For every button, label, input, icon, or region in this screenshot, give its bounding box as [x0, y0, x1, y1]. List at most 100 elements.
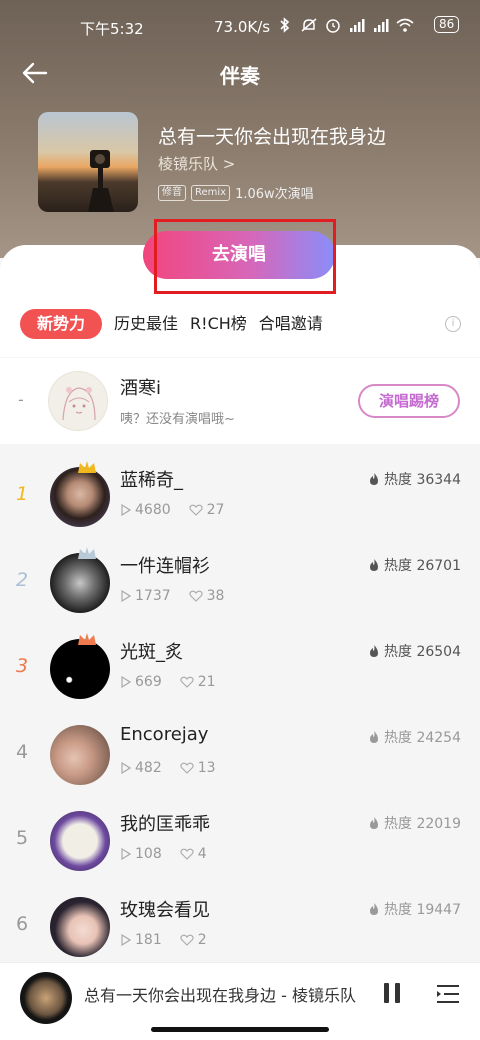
like-count: 27	[206, 502, 225, 518]
heart-icon	[180, 676, 194, 688]
heart-icon	[180, 934, 194, 946]
album-art	[88, 150, 114, 212]
user-name: 一件连帽衫	[120, 556, 210, 577]
self-name: 酒寒i	[120, 378, 162, 399]
play-icon	[121, 848, 131, 860]
heat-value: 热度 26701	[384, 558, 461, 574]
stats: 669 21	[121, 674, 216, 690]
heat-score: 热度 19447	[368, 899, 461, 919]
song-artist-link[interactable]: 棱镜乐队 >	[158, 153, 235, 174]
heat-score: 热度 26504	[368, 641, 461, 661]
stats: 4680 27	[121, 502, 224, 518]
like-count: 13	[197, 760, 216, 776]
avatar[interactable]	[48, 371, 108, 431]
avatar[interactable]	[50, 547, 110, 613]
heat-score: 热度 36344	[368, 469, 461, 489]
tab-history-best[interactable]: 历史最佳	[114, 309, 178, 339]
stats: 482 13	[121, 760, 216, 776]
play-icon	[121, 934, 131, 946]
battery-indicator: 86	[434, 16, 460, 33]
flame-icon	[370, 903, 378, 915]
heat-score: 热度 26701	[368, 555, 461, 575]
mute-icon	[301, 17, 317, 32]
rank-number: 3	[15, 655, 29, 677]
plays-stat: 1737	[121, 588, 171, 604]
tag-remix: Remix	[191, 184, 231, 201]
play-count: 4680	[135, 502, 171, 518]
player-song-title[interactable]: 总有一天你会出现在我身边 - 棱镜乐队	[84, 982, 364, 1006]
avatar[interactable]	[50, 897, 110, 957]
tab-rich-list[interactable]: R!CH榜	[190, 309, 247, 339]
tag-autotune: 修音	[158, 184, 186, 201]
rank-number: 5	[15, 827, 29, 849]
song-meta: 修音 Remix 1.06w次演唱	[158, 183, 314, 202]
heat-score: 热度 24254	[368, 727, 461, 747]
play-count: 181	[135, 932, 162, 948]
heat-value: 热度 24254	[384, 730, 461, 746]
player-album-disc[interactable]	[20, 972, 72, 1024]
list-item[interactable]: 4 Encorejay 482 13 热度 24254	[0, 712, 480, 798]
album-cover[interactable]	[38, 112, 138, 212]
ranking-tabs: 新势力 历史最佳 R!CH榜 合唱邀请	[20, 309, 335, 339]
user-name: Encorejay	[120, 724, 209, 745]
like-count: 21	[197, 674, 216, 690]
avatar[interactable]	[50, 461, 110, 527]
alarm-icon	[326, 18, 340, 33]
rank-number: 1	[15, 483, 29, 505]
heart-icon	[189, 590, 203, 602]
avatar[interactable]	[50, 811, 110, 871]
heart-icon	[180, 762, 194, 774]
list-item[interactable]: 6 玫瑰会看见 181 2 热度 19447	[0, 884, 480, 970]
heat-value: 热度 26504	[384, 644, 461, 660]
heart-icon	[189, 504, 203, 516]
list-item[interactable]: 3 光斑_炙 669 21 热度 26504	[0, 626, 480, 712]
info-icon[interactable]: i	[445, 316, 461, 332]
heat-value: 热度 36344	[384, 472, 461, 488]
avatar[interactable]	[50, 633, 110, 699]
play-icon	[121, 590, 131, 602]
bluetooth-icon	[280, 16, 290, 33]
plays-stat: 108	[121, 846, 162, 862]
stats: 1737 38	[121, 588, 224, 604]
list-item[interactable]: 2 一件连帽衫 1737 38 热度 26701	[0, 540, 480, 626]
status-bar: 下午5:32 73.0K/s 86	[0, 14, 480, 42]
list-item[interactable]: 1 蓝稀奇_ 4680 27 热度 36344	[0, 454, 480, 540]
page-title: 伴奏	[220, 64, 260, 88]
stats: 181 2	[121, 932, 207, 948]
play-count: 669	[135, 674, 162, 690]
challenge-button[interactable]: 演唱踢榜	[358, 384, 460, 418]
like-count: 4	[197, 846, 207, 862]
play-count: 108	[135, 846, 162, 862]
rank-number: 2	[15, 569, 29, 591]
song-title: 总有一天你会出现在我身边	[158, 126, 387, 148]
flame-icon	[370, 817, 378, 829]
flame-icon	[370, 473, 378, 485]
network-speed: 73.0K/s	[214, 18, 271, 36]
stats: 108 4	[121, 846, 207, 862]
self-rank: -	[18, 390, 24, 409]
avatar-drawing	[62, 387, 96, 421]
plays-stat: 669	[121, 674, 162, 690]
play-count: 1737	[135, 588, 171, 604]
tab-chorus-invite[interactable]: 合唱邀请	[259, 309, 323, 339]
list-item[interactable]: 5 我的匡乖乖 108 4 热度 22019	[0, 798, 480, 884]
flame-icon	[370, 559, 378, 571]
tab-new-forces[interactable]: 新势力	[20, 309, 103, 339]
user-name: 蓝稀奇_	[120, 470, 183, 491]
heat-score: 热度 22019	[368, 813, 461, 833]
pause-icon[interactable]	[382, 982, 402, 1004]
signal-icon-2	[374, 18, 389, 32]
play-icon	[121, 504, 131, 516]
playlist-icon[interactable]	[436, 983, 460, 1005]
flame-icon	[370, 731, 378, 743]
play-count: 1.06w次演唱	[235, 187, 314, 202]
rank-number: 4	[15, 741, 29, 763]
status-icons: 86	[276, 16, 460, 33]
avatar[interactable]	[50, 725, 110, 785]
sing-button[interactable]: 去演唱	[143, 231, 335, 279]
home-indicator[interactable]	[151, 1027, 329, 1032]
heart-icon	[180, 848, 194, 860]
like-count: 38	[206, 588, 225, 604]
likes-stat: 21	[180, 674, 216, 690]
crown-icon	[78, 633, 96, 645]
